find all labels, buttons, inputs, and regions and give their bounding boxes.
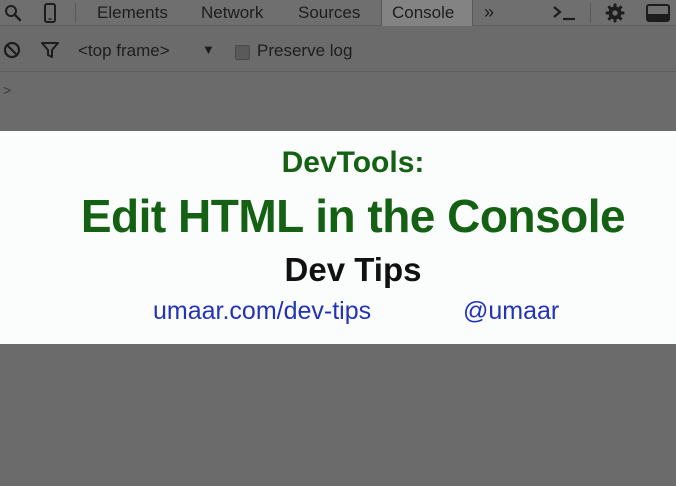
toolbar-divider	[590, 3, 591, 23]
overlay-series-name: Dev Tips	[284, 251, 422, 288]
twitter-handle-link[interactable]: @umaar	[463, 297, 559, 326]
tab-network[interactable]: Network	[201, 0, 263, 26]
device-mode-icon[interactable]	[40, 3, 60, 23]
tab-elements[interactable]: Elements	[97, 0, 168, 26]
console-toolbar: <top frame> ▼ Preserve log	[0, 26, 676, 72]
dock-side-icon[interactable]	[645, 3, 671, 23]
chevron-down-icon[interactable]: ▼	[202, 42, 215, 57]
gear-icon[interactable]	[605, 3, 625, 23]
overlay-title: Edit HTML in the Console	[80, 190, 626, 242]
toolbar-divider	[75, 3, 76, 23]
frame-selector[interactable]: <top frame>	[78, 41, 170, 61]
console-drawer-icon[interactable]	[551, 3, 577, 23]
console-prompt[interactable]: >	[3, 82, 11, 98]
preserve-log-label[interactable]: Preserve log	[257, 41, 352, 61]
more-tabs-button[interactable]: »	[484, 0, 494, 26]
preserve-log-checkbox[interactable]	[235, 45, 250, 60]
tab-sources[interactable]: Sources	[298, 0, 360, 26]
overlay-subtitle: DevTools:	[281, 146, 425, 179]
clear-console-icon[interactable]	[2, 40, 22, 60]
devtools-tab-bar: Elements Network Sources Console »	[0, 0, 676, 26]
filter-icon[interactable]	[40, 40, 60, 60]
search-icon[interactable]	[3, 3, 23, 23]
title-overlay: DevTools: Edit HTML in the Console Dev T…	[0, 131, 676, 344]
tab-console[interactable]: Console	[381, 0, 473, 26]
site-link[interactable]: umaar.com/dev-tips	[153, 297, 371, 326]
